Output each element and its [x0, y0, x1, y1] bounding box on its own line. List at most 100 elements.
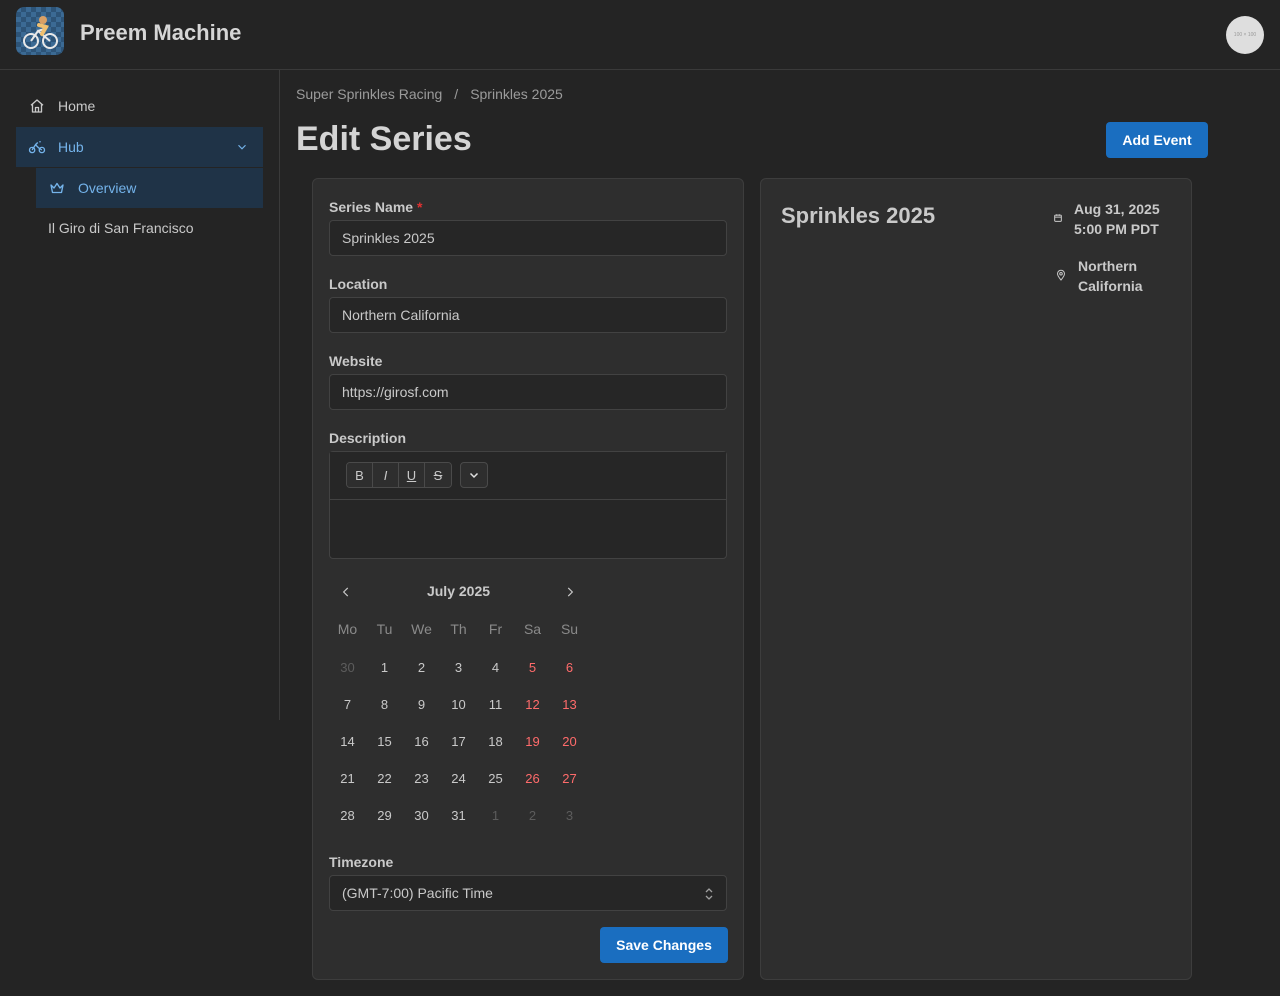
- calendar-day[interactable]: 3: [551, 797, 588, 834]
- calendar-day[interactable]: 22: [366, 760, 403, 797]
- italic-button[interactable]: I: [373, 463, 399, 487]
- breadcrumb-separator: /: [454, 86, 459, 102]
- sidebar-item-label: Hub: [58, 139, 84, 155]
- bike-icon: [28, 141, 46, 154]
- series-name-label-text: Series Name: [329, 199, 414, 215]
- calendar-day[interactable]: 1: [366, 649, 403, 686]
- calendar-day[interactable]: 2: [403, 649, 440, 686]
- location-input[interactable]: Northern California: [329, 297, 727, 333]
- preview-datetime: Aug 31, 2025 5:00 PM PDT: [1074, 199, 1160, 239]
- format-button-group: B I U S: [346, 462, 452, 488]
- preview-date: Aug 31, 2025: [1074, 201, 1160, 217]
- editor-toolbar: B I U S: [330, 452, 726, 500]
- timezone-select[interactable]: (GMT-7:00) Pacific Time: [329, 875, 727, 911]
- calendar-weekday: Mo: [337, 621, 358, 637]
- sidebar-item-home[interactable]: Home: [16, 90, 263, 122]
- calendar-day[interactable]: 28: [329, 797, 366, 834]
- calendar-day[interactable]: 16: [403, 723, 440, 760]
- sidebar-item-il-giro[interactable]: Il Giro di San Francisco: [36, 210, 263, 246]
- calendar-day[interactable]: 11: [477, 686, 514, 723]
- calendar-day[interactable]: 30: [403, 797, 440, 834]
- description-editor: B I U S: [329, 451, 727, 559]
- calendar-day[interactable]: 8: [366, 686, 403, 723]
- edit-series-form: Series Name * Sprinkles 2025 Location No…: [312, 178, 744, 980]
- calendar-week: 14 15 16 17 18 19 20: [329, 723, 588, 760]
- website-input[interactable]: https://girosf.com: [329, 374, 727, 410]
- calendar-day[interactable]: 13: [551, 686, 588, 723]
- calendar-day[interactable]: 25: [477, 760, 514, 797]
- calendar-weekday: Fr: [488, 621, 503, 637]
- required-mark: *: [416, 199, 423, 215]
- calendar-day[interactable]: 29: [366, 797, 403, 834]
- series-name-input[interactable]: Sprinkles 2025: [329, 220, 727, 256]
- calendar-day[interactable]: 5: [514, 649, 551, 686]
- calendar-day[interactable]: 20: [551, 723, 588, 760]
- sidebar-item-label: Overview: [78, 180, 137, 196]
- calendar-day[interactable]: 23: [403, 760, 440, 797]
- save-changes-button[interactable]: Save Changes: [600, 927, 728, 963]
- app-header: Preem Machine 100 × 100: [0, 0, 1280, 70]
- strikethrough-button[interactable]: S: [425, 463, 451, 487]
- select-arrows-icon: [705, 888, 713, 900]
- calendar-weekday: Sa: [523, 621, 542, 637]
- description-label: Description: [329, 430, 407, 446]
- calendar-weekdays: Mo Tu We Th Fr Sa Su: [329, 621, 588, 637]
- calendar-day[interactable]: 14: [329, 723, 366, 760]
- page-title: Edit Series: [296, 120, 472, 158]
- calendar-day[interactable]: 6: [551, 649, 588, 686]
- add-event-button[interactable]: Add Event: [1106, 122, 1208, 158]
- calendar-day[interactable]: 21: [329, 760, 366, 797]
- calendar-week: 21 22 23 24 25 26 27: [329, 760, 588, 797]
- editor-content[interactable]: [330, 500, 726, 558]
- avatar[interactable]: 100 × 100: [1226, 16, 1264, 54]
- calendar-month-label[interactable]: July 2025: [329, 583, 588, 599]
- preview-location-line1: Northern: [1078, 258, 1138, 274]
- calendar-weekday: Th: [450, 621, 467, 637]
- website-label: Website: [329, 353, 383, 369]
- preview-time: 5:00 PM PDT: [1074, 221, 1159, 237]
- calendar-week: 7 8 9 10 11 12 13: [329, 686, 588, 723]
- date-picker: July 2025 Mo Tu We Th Fr Sa Su 30 1 2 3 4 5 6 7 8 9 10 11…: [329, 577, 589, 823]
- breadcrumb: Super Sprinkles Racing / Sprinkles 2025: [296, 86, 563, 102]
- more-formatting-dropdown[interactable]: [460, 462, 488, 488]
- sidebar-item-overview[interactable]: Overview: [36, 168, 263, 208]
- calendar-day[interactable]: 24: [440, 760, 477, 797]
- underline-button[interactable]: U: [399, 463, 425, 487]
- calendar-day[interactable]: 12: [514, 686, 551, 723]
- calendar-day[interactable]: 4: [477, 649, 514, 686]
- chevron-down-icon[interactable]: [235, 140, 249, 154]
- calendar-day[interactable]: 17: [440, 723, 477, 760]
- calendar-day[interactable]: 31: [440, 797, 477, 834]
- home-icon: [30, 99, 44, 113]
- location-label: Location: [329, 276, 388, 292]
- crown-icon: [50, 182, 64, 194]
- calendar-day[interactable]: 27: [551, 760, 588, 797]
- calendar-week: 30 1 2 3 4 5 6: [329, 649, 588, 686]
- calendar-day[interactable]: 1: [477, 797, 514, 834]
- sidebar: Home Hub Overview Il Giro di San Francis…: [0, 70, 280, 720]
- bold-button[interactable]: B: [347, 463, 373, 487]
- preview-location: Northern California: [1078, 256, 1143, 296]
- app-logo[interactable]: [16, 7, 64, 55]
- calendar-day[interactable]: 19: [514, 723, 551, 760]
- calendar-grid: 30 1 2 3 4 5 6 7 8 9 10 11 12 13 14 15 16 17 18 19 20 21 22 23 2…: [329, 649, 588, 834]
- calendar-day[interactable]: 10: [440, 686, 477, 723]
- breadcrumb-link-series[interactable]: Sprinkles 2025: [470, 86, 563, 102]
- breadcrumb-link-org[interactable]: Super Sprinkles Racing: [296, 86, 442, 102]
- calendar-day[interactable]: 2: [514, 797, 551, 834]
- chevron-right-icon[interactable]: [563, 585, 577, 599]
- sidebar-item-hub[interactable]: Hub: [16, 127, 263, 167]
- calendar-day[interactable]: 18: [477, 723, 514, 760]
- calendar-day[interactable]: 15: [366, 723, 403, 760]
- preview-location-line2: California: [1078, 278, 1143, 294]
- calendar-day[interactable]: 30: [329, 649, 366, 686]
- calendar-day[interactable]: 7: [329, 686, 366, 723]
- series-preview-card: Sprinkles 2025 Aug 31, 2025 5:00 PM PDT …: [760, 178, 1192, 980]
- timezone-value: (GMT-7:00) Pacific Time: [342, 885, 493, 901]
- chevron-down-icon: [469, 472, 479, 479]
- calendar-day[interactable]: 9: [403, 686, 440, 723]
- preview-title: Sprinkles 2025: [781, 203, 936, 228]
- calendar-day[interactable]: 26: [514, 760, 551, 797]
- calendar-day[interactable]: 3: [440, 649, 477, 686]
- cyclist-logo-icon: [23, 16, 58, 49]
